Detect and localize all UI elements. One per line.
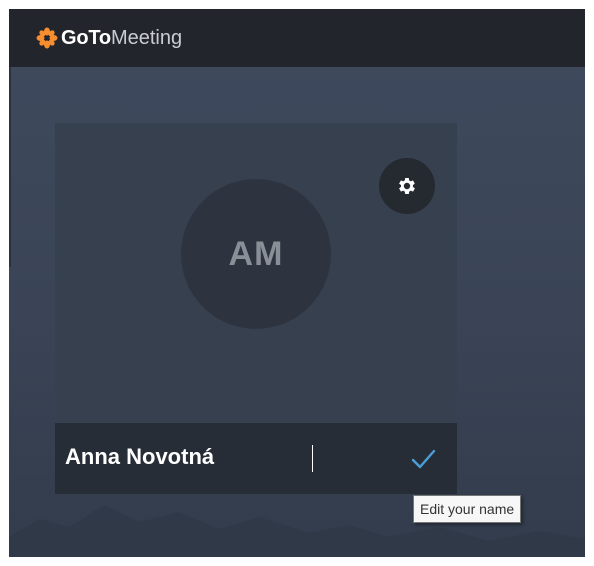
video-preview: AM — [55, 123, 457, 423]
brand-goto-text: GoTo — [61, 26, 111, 49]
settings-button[interactable] — [379, 158, 435, 214]
avatar: AM — [181, 179, 331, 329]
brand-meeting-text: Meeting — [110, 26, 183, 49]
name-input[interactable] — [65, 437, 395, 477]
title-bar: GoTo Meeting — [9, 9, 585, 67]
name-edit-bar — [55, 423, 457, 494]
asterisk-flower-icon — [36, 27, 58, 49]
gotomeeting-window: GoTo Meeting AM Edit your name — [9, 9, 585, 557]
window-edge-shadow — [9, 67, 11, 267]
confirm-name-button[interactable] — [407, 445, 439, 473]
app-logo: GoTo Meeting — [36, 27, 182, 50]
gear-icon — [399, 178, 415, 194]
checkmark-icon — [411, 449, 436, 469]
text-caret — [312, 445, 313, 472]
tooltip-edit-name: Edit your name — [413, 495, 522, 523]
avatar-initials: AM — [228, 234, 284, 273]
